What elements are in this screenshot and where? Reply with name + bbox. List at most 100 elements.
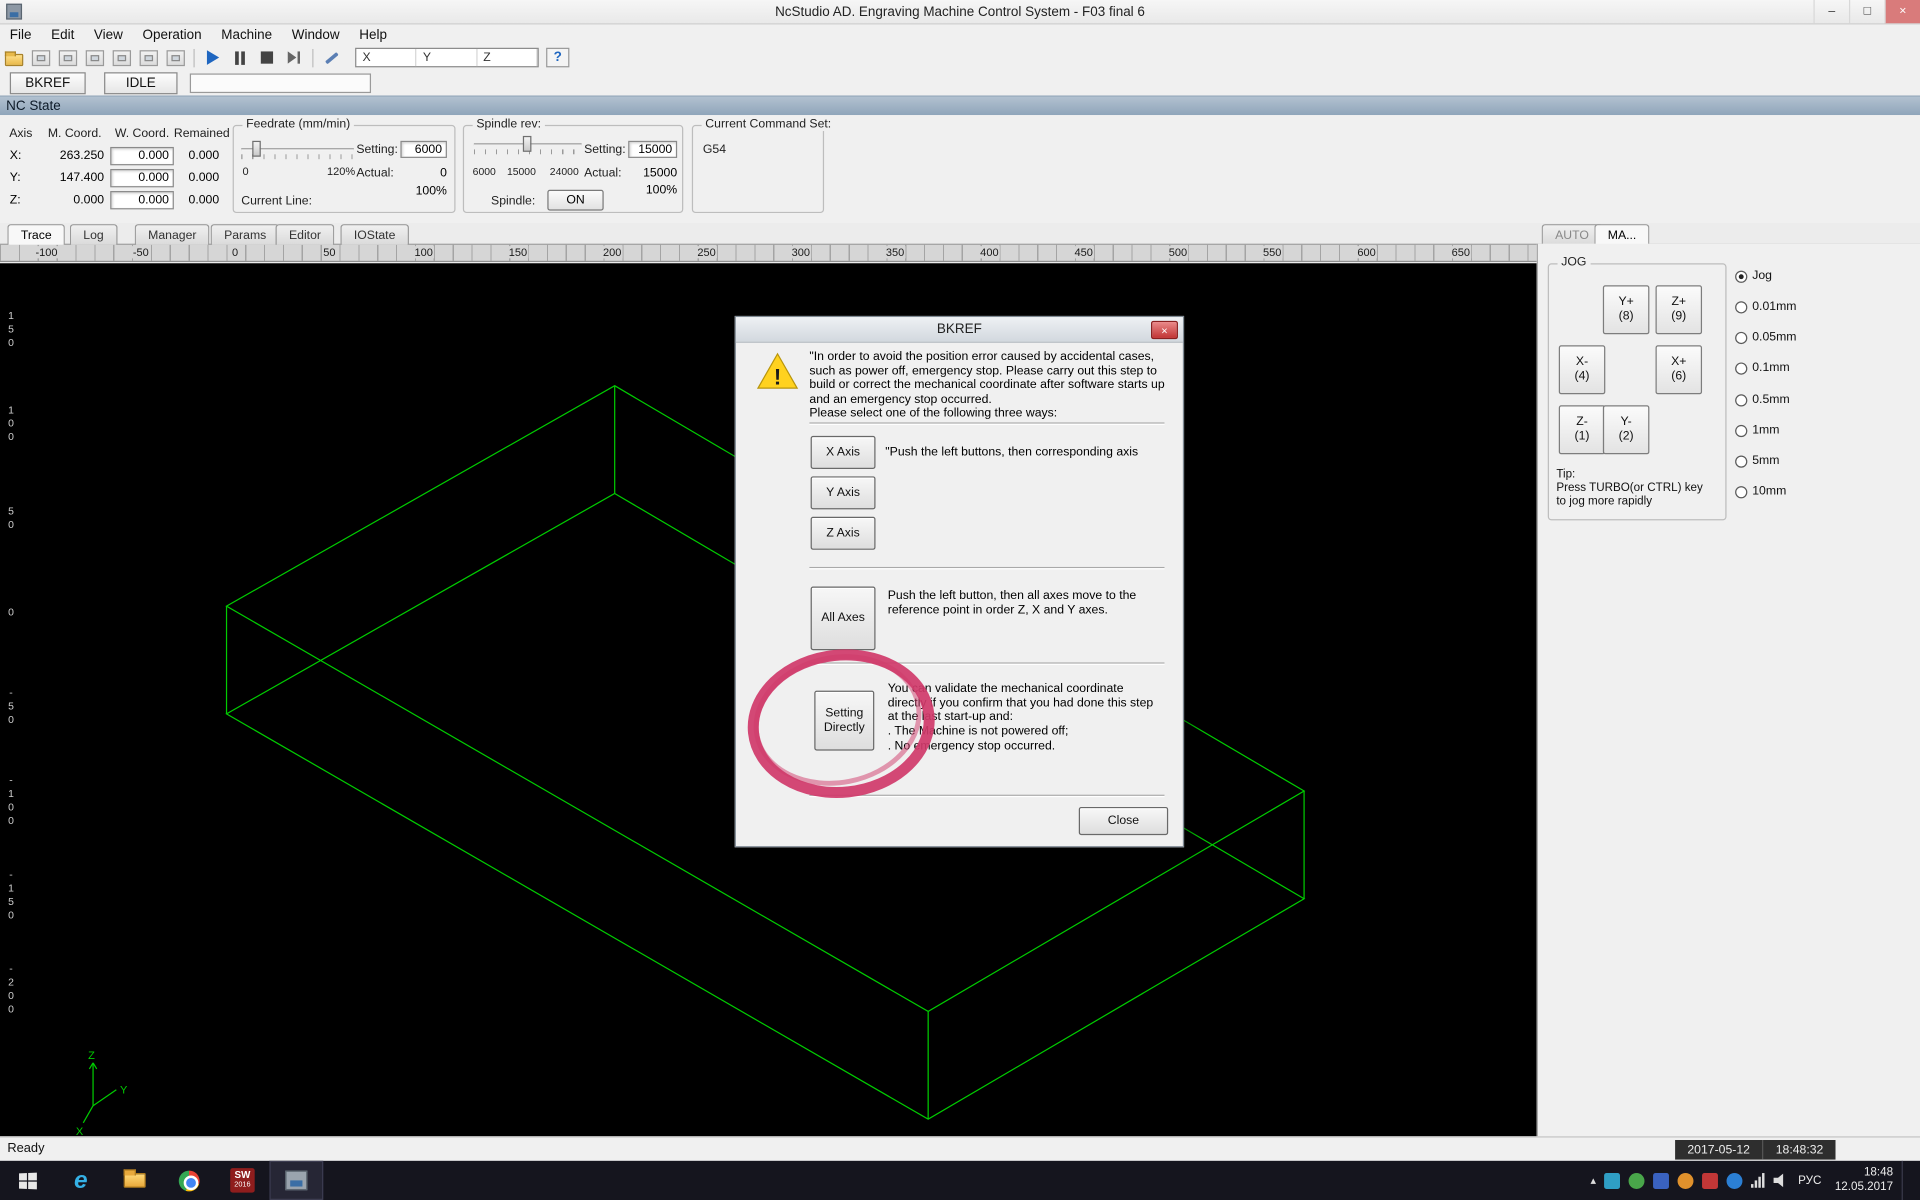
z-field[interactable]: Z [477, 49, 537, 66]
z-axis-button[interactable]: Z Axis [811, 517, 876, 550]
tab-editor[interactable]: Editor [276, 224, 335, 245]
jog-button-label: Z+ [1671, 295, 1686, 310]
trace-view-icon[interactable] [55, 47, 79, 68]
bkref-dialog: BKREF × ! "In order to avoid the positio… [735, 316, 1184, 847]
mobile-calibrator-icon[interactable] [136, 47, 160, 68]
tray-icon[interactable] [1605, 1172, 1621, 1188]
setting-directly-button[interactable]: Setting Directly [814, 691, 874, 751]
simulate-icon[interactable] [28, 47, 52, 68]
tab-log[interactable]: Log [70, 224, 117, 245]
spindle-scale-1: 6000 [473, 165, 496, 177]
jog-z-minus-button[interactable]: Z- (1) [1559, 405, 1606, 454]
step-option-5mm[interactable]: 5mm [1735, 454, 1779, 467]
y-field[interactable]: Y [417, 49, 477, 66]
language-indicator[interactable]: РУС [1798, 1174, 1821, 1187]
tray-icon[interactable] [1703, 1172, 1719, 1188]
taskbar-explorer[interactable] [108, 1161, 162, 1200]
spindle-setting-value[interactable]: 15000 [628, 141, 677, 158]
help-icon[interactable]: ? [546, 48, 569, 68]
volume-icon[interactable] [1774, 1173, 1790, 1188]
menu-window[interactable]: Window [282, 26, 350, 43]
jog-x-minus-button[interactable]: X- (4) [1559, 345, 1606, 394]
spindle-on-button[interactable]: ON [547, 190, 603, 211]
ruler-label: -100 [5, 774, 17, 828]
hidden-icons-chevron[interactable]: ▴ [1590, 1174, 1596, 1187]
close-dialog-button[interactable]: Close [1079, 807, 1168, 835]
maximize-button[interactable]: □ [1849, 0, 1885, 23]
ie-icon: e [74, 1168, 88, 1192]
x-field[interactable]: X [356, 49, 416, 66]
axis-y-label: Y [120, 1084, 128, 1096]
tab-auto[interactable]: AUTO [1542, 224, 1603, 245]
start-button[interactable] [0, 1161, 54, 1200]
ruler-label: 300 [790, 246, 811, 258]
jog-z-plus-button[interactable]: Z+ (9) [1656, 285, 1703, 334]
resume-button[interactable] [282, 47, 306, 68]
taskbar-ie[interactable]: e [54, 1161, 108, 1200]
taskbar-solidworks[interactable]: SW 2016 [216, 1161, 270, 1200]
step-option-10mm[interactable]: 10mm [1735, 485, 1786, 498]
close-button[interactable]: × [1884, 0, 1920, 23]
spindle-title: Spindle rev: [473, 118, 545, 131]
tray-icon[interactable] [1654, 1172, 1670, 1188]
feedrate-slider[interactable] [241, 141, 354, 161]
horizontal-ruler: -100 -50 0 50 100 150 200 250 300 350 40… [0, 245, 1537, 262]
mcoord-value: 147.400 [39, 171, 110, 184]
menu-help[interactable]: Help [349, 26, 396, 43]
stop-button[interactable] [255, 47, 279, 68]
bluetooth-icon[interactable] [1727, 1172, 1743, 1188]
spindle-setting-label: Setting: [584, 143, 626, 156]
tray-icon[interactable] [1678, 1172, 1694, 1188]
solidworks-icon: SW 2016 [230, 1168, 254, 1192]
load-icon[interactable] [163, 47, 187, 68]
coordinate-entry[interactable]: X Y Z [355, 48, 539, 68]
step-option-0-5mm[interactable]: 0.5mm [1735, 393, 1790, 406]
step-option-0-1mm[interactable]: 0.1mm [1735, 361, 1790, 374]
step-option-0-05mm[interactable]: 0.05mm [1735, 331, 1796, 344]
tab-manual[interactable]: MA... [1594, 224, 1650, 245]
jog-x-plus-button[interactable]: X+ (6) [1656, 345, 1703, 394]
step-option-jog[interactable]: Jog [1735, 269, 1772, 282]
dialog-titlebar[interactable]: BKREF × [736, 317, 1183, 343]
all-axes-button[interactable]: All Axes [811, 587, 876, 651]
pause-button[interactable] [228, 47, 252, 68]
menu-operation[interactable]: Operation [133, 26, 212, 43]
menu-view[interactable]: View [84, 26, 133, 43]
jog-y-plus-button[interactable]: Y+ (8) [1603, 285, 1650, 334]
step-label: 0.01mm [1752, 300, 1796, 313]
mcoord-value: 0.000 [39, 193, 110, 206]
start-button[interactable] [201, 47, 225, 68]
coord-row-y: Y: 147.400 0.000 0.000 [2, 167, 227, 189]
show-desktop-button[interactable] [1902, 1161, 1908, 1200]
tab-iostate[interactable]: IOState [340, 224, 408, 245]
edit-icon[interactable] [320, 47, 344, 68]
open-file-icon[interactable] [1, 47, 25, 68]
center-icon[interactable] [109, 47, 133, 68]
taskbar-chrome[interactable] [162, 1161, 216, 1200]
feedrate-setting-value[interactable]: 6000 [400, 141, 447, 158]
tab-params[interactable]: Params [211, 224, 280, 245]
setting-directly-description: You can validate the mechanical coordina… [888, 682, 1160, 724]
spindle-slider[interactable] [474, 136, 582, 156]
jog-y-minus-button[interactable]: Y- (2) [1603, 405, 1650, 454]
spindle-scale-2: 15000 [507, 165, 536, 177]
minimize-button[interactable]: – [1813, 0, 1849, 23]
step-option-0-01mm[interactable]: 0.01mm [1735, 300, 1796, 313]
step-option-1mm[interactable]: 1mm [1735, 424, 1779, 437]
y-axis-button[interactable]: Y Axis [811, 476, 876, 509]
menu-machine[interactable]: Machine [211, 26, 282, 43]
tray-icon[interactable] [1629, 1172, 1645, 1188]
taskbar-clock[interactable]: 18:48 12.05.2017 [1835, 1166, 1893, 1195]
menu-file[interactable]: File [0, 26, 41, 43]
current-line-label: Current Line: [241, 195, 312, 208]
bkref-button[interactable]: BKREF [10, 72, 86, 94]
menu-edit[interactable]: Edit [41, 26, 84, 43]
x-axis-button[interactable]: X Axis [811, 436, 876, 469]
separator [809, 422, 1164, 424]
network-icon[interactable] [1752, 1173, 1765, 1188]
array-icon[interactable] [82, 47, 106, 68]
taskbar-ncstudio[interactable] [269, 1161, 323, 1200]
tab-manager[interactable]: Manager [135, 224, 210, 245]
dialog-close-button[interactable]: × [1151, 321, 1178, 339]
tab-trace[interactable]: Trace [7, 224, 65, 245]
